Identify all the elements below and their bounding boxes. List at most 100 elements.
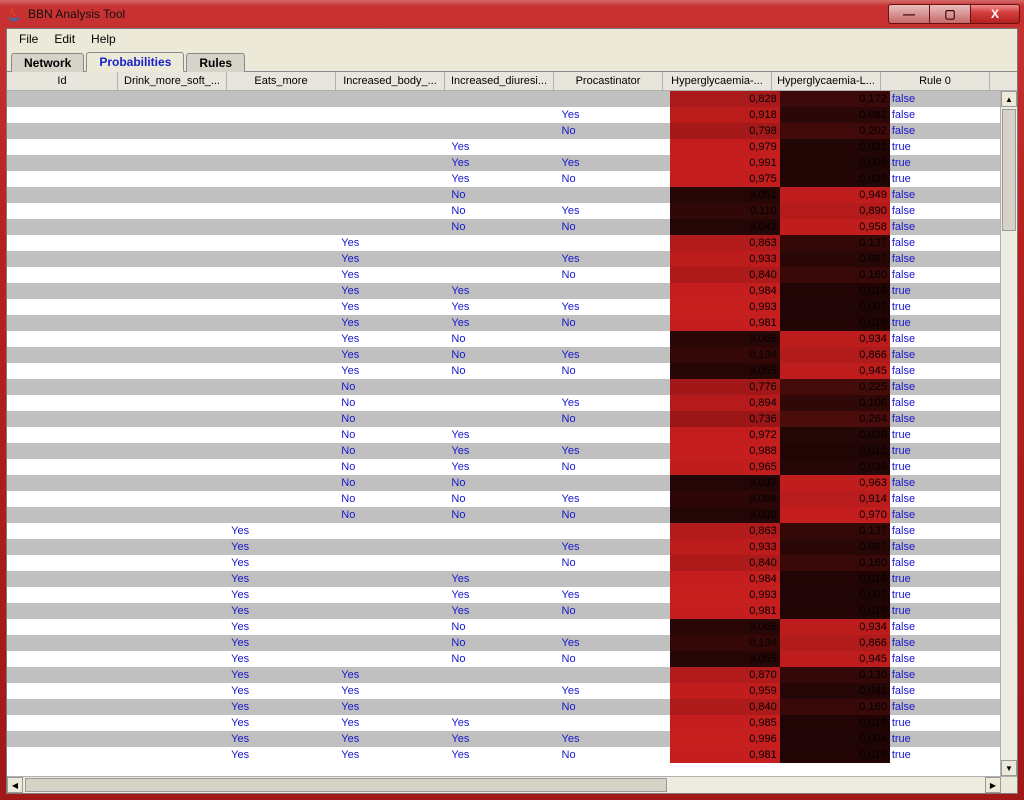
- table-cell[interactable]: [560, 475, 670, 491]
- table-cell[interactable]: No: [560, 603, 670, 619]
- table-cell[interactable]: Yes: [449, 571, 559, 587]
- table-cell[interactable]: [7, 587, 119, 603]
- table-cell[interactable]: [119, 715, 229, 731]
- table-cell[interactable]: Yes: [339, 363, 449, 379]
- table-cell[interactable]: [229, 347, 339, 363]
- table-cell-prob[interactable]: 0,130: [780, 667, 890, 683]
- table-cell-prob[interactable]: 0,110: [670, 203, 780, 219]
- table-cell-prob[interactable]: 0,840: [670, 699, 780, 715]
- table-cell[interactable]: No: [339, 379, 449, 395]
- table-row[interactable]: NoNo0,0420,958false: [7, 219, 1000, 235]
- table-cell[interactable]: [7, 251, 119, 267]
- table-cell-prob[interactable]: 0,933: [670, 539, 780, 555]
- table-cell[interactable]: [339, 187, 449, 203]
- table-cell[interactable]: [119, 603, 229, 619]
- table-cell[interactable]: Yes: [560, 587, 670, 603]
- table-row[interactable]: YesNo0,8400,160false: [7, 555, 1000, 571]
- table-row[interactable]: YesYesYes0,9930,007true: [7, 299, 1000, 315]
- table-cell[interactable]: [119, 731, 229, 747]
- table-cell-prob[interactable]: 0,019: [780, 315, 890, 331]
- table-cell[interactable]: Yes: [229, 619, 339, 635]
- table-cell[interactable]: Yes: [229, 523, 339, 539]
- table-cell[interactable]: [560, 571, 670, 587]
- table-cell[interactable]: [119, 203, 229, 219]
- table-cell-prob[interactable]: 0,996: [670, 731, 780, 747]
- table-cell[interactable]: Yes: [560, 683, 670, 699]
- table-cell-prob[interactable]: 0,202: [780, 123, 890, 139]
- table-cell[interactable]: [560, 235, 670, 251]
- table-cell[interactable]: Yes: [449, 427, 559, 443]
- table-cell[interactable]: [119, 667, 229, 683]
- table-cell[interactable]: [339, 523, 449, 539]
- table-cell[interactable]: Yes: [449, 443, 559, 459]
- table-cell[interactable]: [449, 411, 559, 427]
- table-cell-rule[interactable]: false: [890, 331, 1000, 347]
- close-button[interactable]: X: [970, 4, 1020, 24]
- vertical-scrollbar[interactable]: ▲ ▼: [1000, 91, 1017, 776]
- table-cell[interactable]: [560, 187, 670, 203]
- table-cell-prob[interactable]: 0,894: [670, 395, 780, 411]
- table-row[interactable]: No0,0510,949false: [7, 187, 1000, 203]
- table-cell-prob[interactable]: 0,959: [670, 683, 780, 699]
- table-cell[interactable]: [7, 635, 119, 651]
- table-cell[interactable]: [229, 107, 339, 123]
- table-cell[interactable]: [7, 747, 119, 763]
- table-cell-prob[interactable]: 0,981: [670, 747, 780, 763]
- table-row[interactable]: No0,7980,202false: [7, 123, 1000, 139]
- table-cell-rule[interactable]: false: [890, 523, 1000, 539]
- scroll-down-icon[interactable]: ▼: [1001, 760, 1017, 776]
- table-cell-prob[interactable]: 0,972: [670, 427, 780, 443]
- table-cell[interactable]: [449, 267, 559, 283]
- table-cell[interactable]: [7, 123, 119, 139]
- table-cell[interactable]: [119, 107, 229, 123]
- table-cell[interactable]: [119, 539, 229, 555]
- table-cell[interactable]: Yes: [229, 667, 339, 683]
- table-cell[interactable]: [449, 699, 559, 715]
- table-cell-prob[interactable]: 0,019: [780, 747, 890, 763]
- table-cell[interactable]: [119, 699, 229, 715]
- table-cell[interactable]: [119, 363, 229, 379]
- table-cell[interactable]: Yes: [449, 747, 559, 763]
- table-cell-prob[interactable]: 0,134: [670, 635, 780, 651]
- table-row[interactable]: YesNoNo0,0550,945false: [7, 363, 1000, 379]
- table-cell-prob[interactable]: 0,958: [780, 219, 890, 235]
- table-cell[interactable]: [7, 379, 119, 395]
- table-cell[interactable]: [229, 219, 339, 235]
- table-cell-prob[interactable]: 0,055: [670, 651, 780, 667]
- table-cell[interactable]: Yes: [560, 635, 670, 651]
- scrollbar-track[interactable]: [1001, 107, 1017, 760]
- table-row[interactable]: NoNoYes0,0860,914false: [7, 491, 1000, 507]
- table-cell[interactable]: [229, 267, 339, 283]
- table-cell[interactable]: Yes: [339, 299, 449, 315]
- table-cell-prob[interactable]: 0,160: [780, 267, 890, 283]
- table-cell[interactable]: Yes: [449, 139, 559, 155]
- table-cell[interactable]: [119, 555, 229, 571]
- table-cell[interactable]: No: [449, 475, 559, 491]
- table-cell[interactable]: No: [449, 619, 559, 635]
- table-cell-prob[interactable]: 0,042: [670, 219, 780, 235]
- table-cell[interactable]: [339, 139, 449, 155]
- table-cell-prob[interactable]: 0,160: [780, 699, 890, 715]
- table-cell[interactable]: [229, 235, 339, 251]
- table-cell[interactable]: [7, 395, 119, 411]
- table-cell[interactable]: [229, 443, 339, 459]
- table-cell-prob[interactable]: 0,016: [780, 283, 890, 299]
- table-cell[interactable]: Yes: [449, 715, 559, 731]
- table-cell[interactable]: [339, 571, 449, 587]
- table-cell[interactable]: No: [449, 491, 559, 507]
- table-cell[interactable]: [449, 235, 559, 251]
- scrollbar-thumb[interactable]: [25, 778, 667, 792]
- table-cell-prob[interactable]: 0,015: [780, 715, 890, 731]
- table-cell[interactable]: Yes: [229, 747, 339, 763]
- table-cell[interactable]: [119, 235, 229, 251]
- table-cell[interactable]: [7, 171, 119, 187]
- table-cell[interactable]: Yes: [449, 731, 559, 747]
- table-cell-rule[interactable]: false: [890, 635, 1000, 651]
- table-cell-prob[interactable]: 0,870: [670, 667, 780, 683]
- table-cell[interactable]: [560, 91, 670, 107]
- table-cell[interactable]: [7, 91, 119, 107]
- table-cell[interactable]: Yes: [339, 315, 449, 331]
- table-cell[interactable]: [339, 203, 449, 219]
- column-header[interactable]: Rule 0: [881, 72, 990, 90]
- table-cell[interactable]: [229, 155, 339, 171]
